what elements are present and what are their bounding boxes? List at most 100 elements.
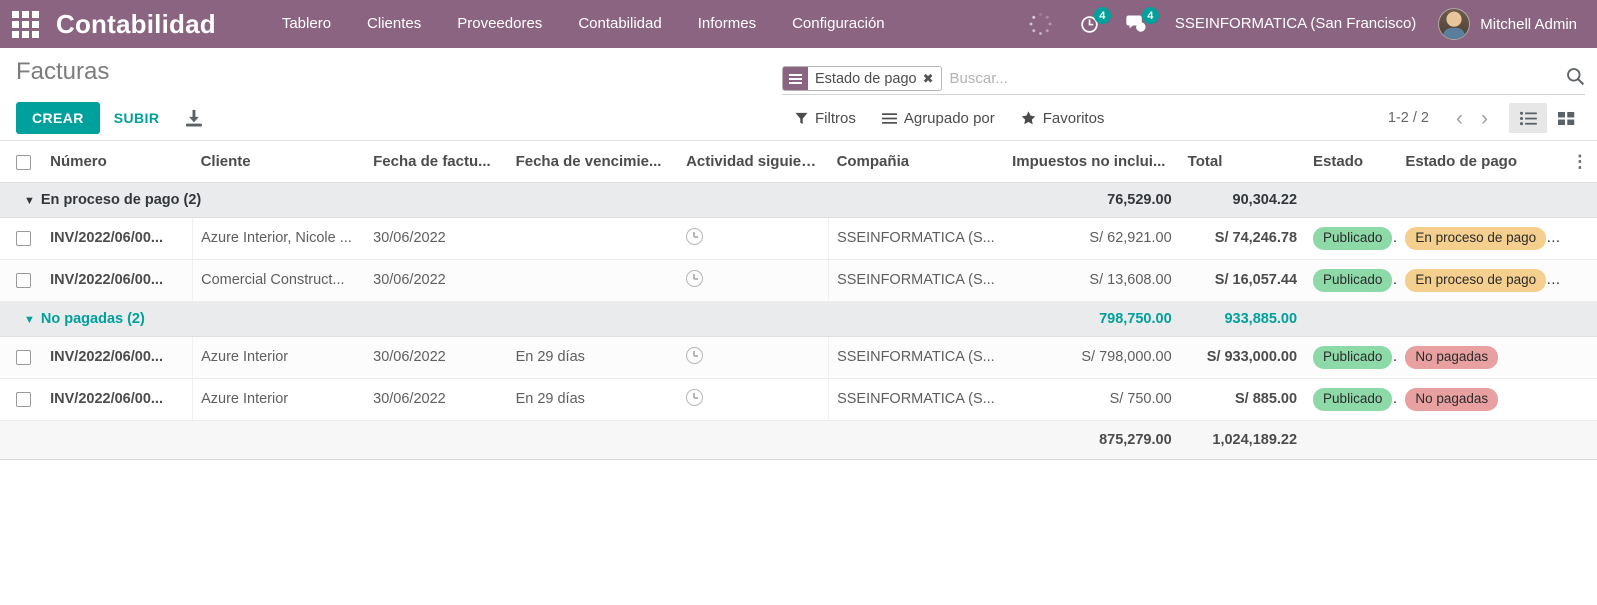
close-icon[interactable]: ✖ xyxy=(922,67,941,90)
cell-untaxed[interactable]: S/ 62,921.00 xyxy=(1004,217,1180,260)
cell-invoice-date[interactable]: 30/06/2022 xyxy=(365,217,508,260)
table-row[interactable]: INV/2022/06/00... Azure Interior 30/06/202… xyxy=(0,378,1597,421)
cell-number[interactable]: INV/2022/06/00... xyxy=(42,217,193,260)
menu-item-clientes[interactable]: Clientes xyxy=(349,0,439,48)
cell-total[interactable]: S/ 16,057.44 xyxy=(1179,259,1306,302)
user-menu[interactable]: Mitchell Admin xyxy=(1430,8,1583,40)
cell-payment-state[interactable]: En proceso de pago... xyxy=(1397,217,1563,260)
group-toggle[interactable]: ▼ No pagadas (2) xyxy=(8,311,145,327)
header-next-activity[interactable]: Actividad siguien... xyxy=(678,141,829,183)
app-brand-title[interactable]: Contabilidad xyxy=(56,9,216,40)
menu-item-configuracion[interactable]: Configuración xyxy=(774,0,903,48)
row-checkbox[interactable] xyxy=(16,349,31,365)
vertical-dots-icon[interactable]: ⋮ xyxy=(1571,153,1589,170)
menu-item-contabilidad[interactable]: Contabilidad xyxy=(560,0,679,48)
cell-company[interactable]: SSEINFORMATICA (S... xyxy=(828,378,1005,421)
group-row[interactable]: ▼ No pagadas (2) 798,750.00 933,885.00 xyxy=(0,300,1597,337)
header-client[interactable]: Cliente xyxy=(192,141,366,183)
cell-client[interactable]: Azure Interior, Nicole ... xyxy=(192,217,366,260)
cell-due-date[interactable] xyxy=(507,217,679,260)
cell-untaxed[interactable]: S/ 13,608.00 xyxy=(1004,259,1180,302)
chevron-left-icon[interactable]: ‹ xyxy=(1447,108,1472,129)
header-total[interactable]: Total xyxy=(1179,141,1306,183)
cell-client[interactable]: Azure Interior xyxy=(192,336,366,379)
create-button[interactable]: CREAR xyxy=(16,102,100,134)
favorites-dropdown[interactable]: Favoritos xyxy=(1008,104,1118,133)
messages-count-badge: 4 xyxy=(1141,7,1159,24)
cell-company[interactable]: SSEINFORMATICA (S... xyxy=(828,336,1005,379)
group-header-cell[interactable]: ▼ No pagadas (2) xyxy=(0,300,1005,337)
groupby-dropdown[interactable]: Agrupado por xyxy=(869,104,1008,133)
row-checkbox[interactable] xyxy=(16,391,31,407)
cell-company[interactable]: SSEINFORMATICA (S... xyxy=(828,217,1005,260)
search-icon[interactable] xyxy=(1560,67,1585,91)
menu-item-proveedores[interactable]: Proveedores xyxy=(439,0,560,48)
apps-grid-icon[interactable] xyxy=(10,9,40,39)
download-import-icon[interactable] xyxy=(173,102,214,135)
header-company[interactable]: Compañia xyxy=(828,141,1005,183)
cell-next-activity[interactable] xyxy=(678,378,829,421)
select-all-header xyxy=(0,141,43,183)
cell-due-date[interactable]: En 29 días xyxy=(507,336,679,379)
chevron-right-icon[interactable]: › xyxy=(1472,108,1497,129)
cell-next-activity[interactable] xyxy=(678,259,829,302)
cell-company[interactable]: SSEINFORMATICA (S... xyxy=(828,259,1005,302)
cell-total[interactable]: S/ 74,246.78 xyxy=(1179,217,1306,260)
select-all-checkbox[interactable] xyxy=(16,154,31,170)
cell-total[interactable]: S/ 933,000.00 xyxy=(1179,336,1306,379)
cell-next-activity[interactable] xyxy=(678,217,829,260)
cell-client[interactable]: Azure Interior xyxy=(192,378,366,421)
cell-invoice-date[interactable]: 30/06/2022 xyxy=(365,378,508,421)
cell-untaxed[interactable]: S/ 798,000.00 xyxy=(1004,336,1180,379)
cell-payment-state[interactable]: No pagadas xyxy=(1397,336,1563,379)
list-view-icon[interactable] xyxy=(1509,103,1547,133)
cell-due-date[interactable]: En 29 días xyxy=(507,378,679,421)
messages-chat-icon[interactable]: 4 xyxy=(1113,0,1161,48)
cell-state[interactable]: Publicado xyxy=(1305,259,1398,302)
header-payment-state[interactable]: Estado de pago xyxy=(1397,141,1563,183)
search-facet-estado-de-pago[interactable]: Estado de pago ✖ xyxy=(782,66,942,91)
upload-button[interactable]: SUBIR xyxy=(100,102,174,134)
grand-total-untaxed: 875,279.00 xyxy=(1004,419,1180,460)
header-untaxed[interactable]: Impuestos no inclui... xyxy=(1004,141,1180,183)
search-view: Estado de pago ✖ xyxy=(782,66,1585,95)
cell-state[interactable]: Publicado xyxy=(1305,378,1398,421)
cell-payment-state[interactable]: En proceso de pago... xyxy=(1397,259,1563,302)
group-payment-cell xyxy=(1397,182,1563,218)
cell-client[interactable]: Comercial Construct... xyxy=(192,259,366,302)
cell-state[interactable]: Publicado xyxy=(1305,336,1398,379)
table-row[interactable]: INV/2022/06/00... Comercial Construct... 3… xyxy=(0,259,1597,302)
kanban-view-icon[interactable] xyxy=(1547,103,1585,133)
header-invoice-date[interactable]: Fecha de factu... xyxy=(365,141,508,183)
cell-payment-state[interactable]: No pagadas xyxy=(1397,378,1563,421)
group-header-cell[interactable]: ▼ En proceso de pago (2) xyxy=(0,182,1005,218)
row-checkbox[interactable] xyxy=(16,231,31,247)
activity-clock-icon[interactable]: 4 xyxy=(1066,0,1113,48)
cell-number[interactable]: INV/2022/06/00... xyxy=(42,259,193,302)
menu-item-informes[interactable]: Informes xyxy=(680,0,774,48)
row-checkbox[interactable] xyxy=(16,272,31,288)
cell-number[interactable]: INV/2022/06/00... xyxy=(42,378,193,421)
cell-state[interactable]: Publicado xyxy=(1305,217,1398,260)
header-number[interactable]: Número xyxy=(42,141,193,183)
filters-dropdown[interactable]: Filtros xyxy=(782,104,869,133)
table-row[interactable]: INV/2022/06/00... Azure Interior 30/06/202… xyxy=(0,336,1597,379)
pager-count: 1-2 / 2 xyxy=(1387,110,1429,126)
table-row[interactable]: INV/2022/06/00... Azure Interior, Nicole … xyxy=(0,217,1597,260)
cell-total[interactable]: S/ 885.00 xyxy=(1179,378,1306,421)
cell-number[interactable]: INV/2022/06/00... xyxy=(42,336,193,379)
header-state[interactable]: Estado xyxy=(1305,141,1398,183)
group-toggle[interactable]: ▼ En proceso de pago (2) xyxy=(8,192,201,208)
company-selector[interactable]: SSEINFORMATICA (San Francisco) xyxy=(1161,0,1430,48)
search-input[interactable] xyxy=(941,66,1560,91)
cell-options xyxy=(1562,336,1597,379)
menu-item-tablero[interactable]: Tablero xyxy=(264,0,349,48)
cell-invoice-date[interactable]: 30/06/2022 xyxy=(365,259,508,302)
header-due-date[interactable]: Fecha de vencimie... xyxy=(507,141,679,183)
group-row[interactable]: ▼ En proceso de pago (2) 76,529.00 90,304.2… xyxy=(0,182,1597,218)
cell-due-date[interactable] xyxy=(507,259,679,302)
cell-untaxed[interactable]: S/ 750.00 xyxy=(1004,378,1180,421)
cell-next-activity[interactable] xyxy=(678,336,829,379)
cell-invoice-date[interactable]: 30/06/2022 xyxy=(365,336,508,379)
grand-total-options-cell xyxy=(1562,419,1597,460)
